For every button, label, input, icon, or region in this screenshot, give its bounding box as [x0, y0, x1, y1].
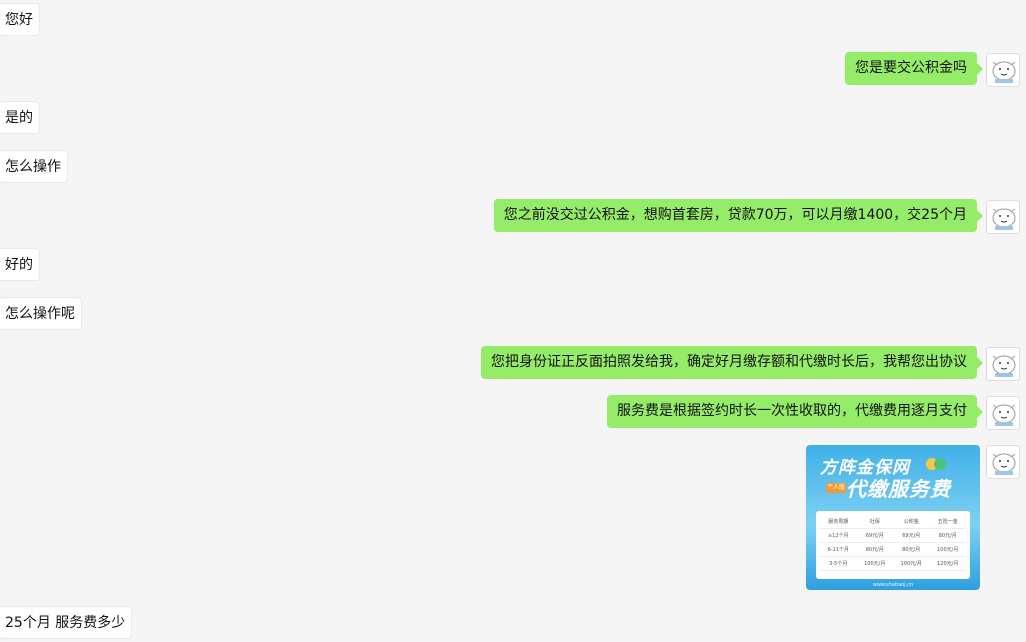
message-bubble-right[interactable]: 服务费是根据签约时长一次性收取的，代缴费用逐月支付: [607, 395, 983, 428]
card-subtitle: 代缴服务费: [846, 477, 951, 501]
table-cell: ≥12个月: [827, 533, 849, 539]
message-text: 您好: [5, 12, 33, 28]
price-table: 服务周期 社保 公积金 五险一金 ≥12个月 69元/月 69元/月 80元/月…: [816, 511, 970, 579]
table-row: 3-5个月 100元/月 100元/月 120元/月: [820, 557, 966, 571]
table-row: 6-11个月 80元/月 80元/月 100元/月: [820, 543, 966, 557]
table-cell: 80元/月: [902, 547, 921, 553]
message-bubble-left[interactable]: 是的: [0, 101, 40, 134]
message-bubble-right[interactable]: 您是要交公积金吗: [845, 52, 983, 85]
table-cell: 120元/月: [937, 561, 959, 567]
cartoon-avatar-icon: [992, 208, 1016, 230]
table-cell: 69元/月: [902, 533, 921, 539]
table-cell: 69元/月: [865, 533, 884, 539]
cartoon-avatar-icon: [992, 453, 1016, 475]
table-header: 公积金: [903, 519, 919, 525]
table-header: 社保: [869, 519, 880, 525]
message-text: 好的: [5, 257, 33, 273]
message-text: 您之前没交过公积金，想购首套房，贷款70万，可以月缴1400，交25个月: [503, 207, 967, 223]
image-message[interactable]: 方阵金保网 个人版 代缴服务费 服务周期 社保 公积金 五险一金 ≥12个月 6…: [806, 445, 980, 590]
message-bubble-right[interactable]: 您把身份证正反面拍照发给我，确定好月缴存额和代缴时长后，我帮您出协议: [481, 346, 983, 379]
table-cell: 80元/月: [865, 547, 884, 553]
cartoon-avatar-icon: [992, 404, 1016, 426]
table-cell: 80元/月: [938, 533, 957, 539]
avatar[interactable]: [986, 53, 1020, 87]
avatar[interactable]: [986, 200, 1020, 234]
table-header: 服务周期: [828, 519, 849, 525]
message-bubble-left[interactable]: 怎么操作: [0, 150, 68, 183]
table-row: ≥12个月 69元/月 69元/月 80元/月: [820, 529, 966, 543]
message-bubble-right[interactable]: 您之前没交过公积金，想购首套房，贷款70万，可以月缴1400，交25个月: [493, 199, 984, 232]
message-text: 您是要交公积金吗: [855, 60, 967, 76]
avatar[interactable]: [986, 445, 1020, 479]
message-text: 怎么操作: [5, 159, 61, 175]
message-text: 怎么操作呢: [5, 306, 75, 322]
card-footer: www.shebaoj.cn: [872, 582, 914, 588]
message-bubble-left[interactable]: 怎么操作呢: [0, 297, 82, 330]
message-bubble-left[interactable]: 好的: [0, 248, 40, 281]
cartoon-avatar-icon: [992, 61, 1016, 83]
table-cell: 3-5个月: [829, 561, 848, 567]
message-text: 25个月 服务费多少: [5, 615, 126, 631]
avatar[interactable]: [986, 347, 1020, 381]
table-header: 五险一金: [937, 519, 958, 525]
table-header-row: 服务周期 社保 公积金 五险一金: [820, 515, 966, 529]
message-text: 服务费是根据签约时长一次性收取的，代缴费用逐月支付: [617, 403, 967, 419]
table-cell: 100元/月: [900, 561, 922, 567]
table-cell: 100元/月: [864, 561, 886, 567]
message-text: 您把身份证正反面拍照发给我，确定好月缴存额和代缴时长后，我帮您出协议: [491, 354, 967, 370]
coin-icon: [934, 458, 946, 470]
table-cell: 6-11个月: [827, 547, 849, 553]
cartoon-avatar-icon: [992, 355, 1016, 377]
message-text: 是的: [5, 110, 33, 126]
message-bubble-left[interactable]: 25个月 服务费多少: [0, 606, 133, 639]
message-bubble-left[interactable]: 您好: [0, 3, 40, 36]
table-cell: 100元/月: [937, 547, 959, 553]
avatar[interactable]: [986, 396, 1020, 430]
card-tag: 个人版: [826, 483, 846, 493]
